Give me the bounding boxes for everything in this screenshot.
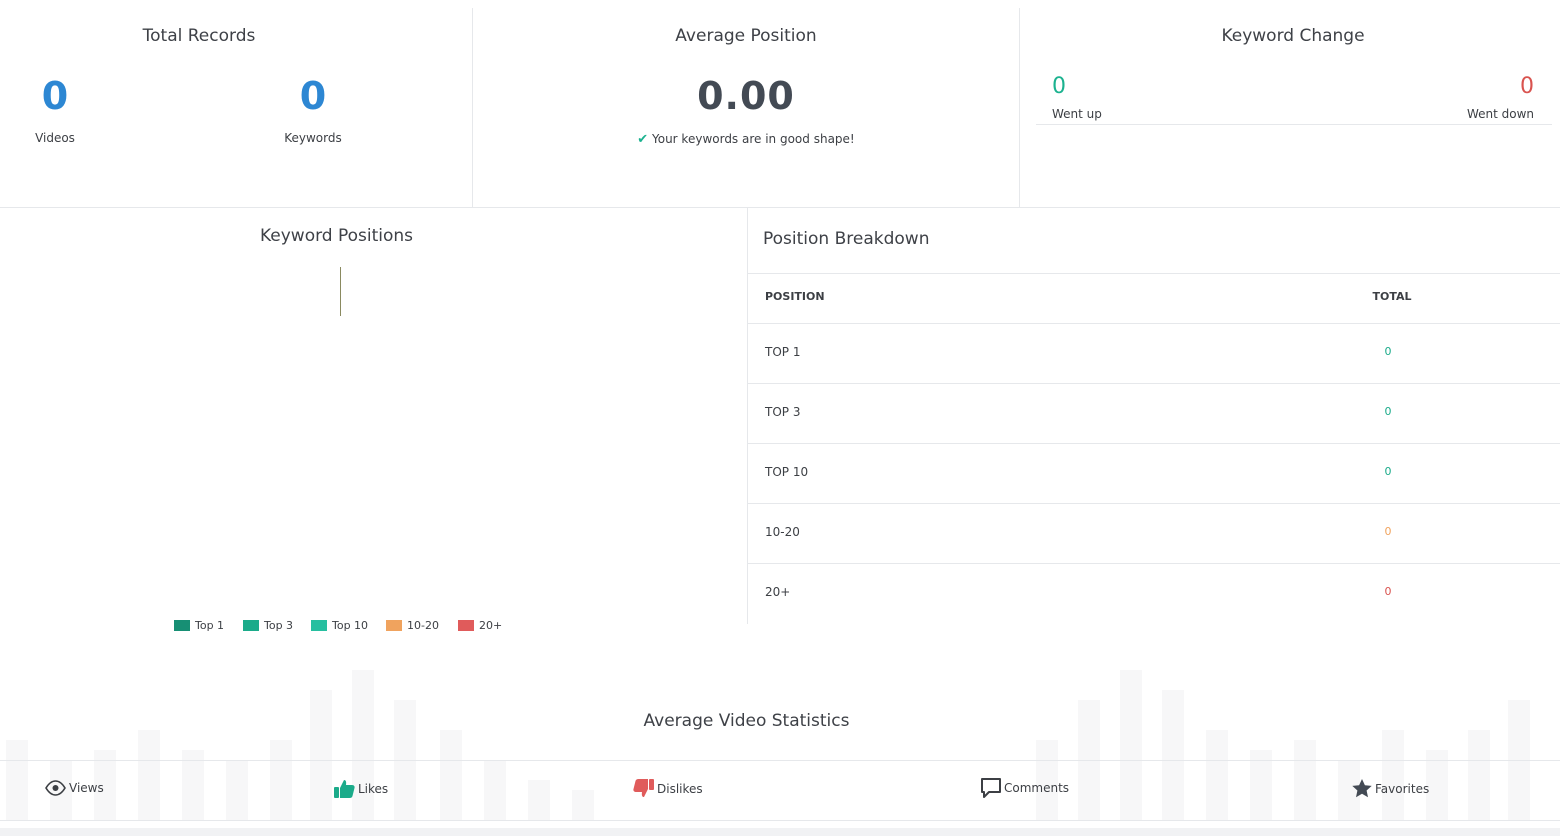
divider [748,383,1560,384]
comment-icon [981,778,1001,798]
divider [747,208,748,624]
keywords-label: Keywords [284,131,342,145]
legend-swatch [458,620,474,631]
legend-item-10-20[interactable]: 10-20 [386,619,439,632]
row-position: TOP 10 [765,465,809,479]
chart-placeholder-line [340,267,341,316]
divider [748,503,1560,504]
stat-dislikes: Dislikes [633,779,703,798]
stat-label: Likes [358,781,389,796]
row-position: 10-20 [765,525,800,539]
row-position: TOP 3 [765,405,801,419]
stat-label: Comments [1004,781,1070,795]
legend-swatch [386,620,402,631]
keywords-count: 0 [299,74,327,118]
row-position: 20+ [765,585,791,599]
legend-item-20-plus[interactable]: 20+ [458,619,502,632]
divider [748,443,1560,444]
legend-item-top-1[interactable]: Top 1 [174,619,224,632]
legend-swatch [311,620,327,631]
divider [1036,124,1552,125]
row-total: 0 [1384,405,1392,418]
went-up-label: Went up [1052,107,1102,121]
legend-item-top-10[interactable]: Top 10 [311,619,368,632]
thumbs-down-icon [633,779,654,797]
stat-views: Views [45,780,104,796]
keyword-positions-title: Keyword Positions [259,226,414,246]
divider [748,563,1560,564]
stat-label: Dislikes [657,781,703,796]
average-position-value: 0.00 [697,74,795,118]
stat-label: Favorites [1375,781,1430,796]
stat-likes: Likes [334,779,388,798]
legend-swatch [174,620,190,631]
videos-count: 0 [41,74,69,118]
went-down-label: Went down [1466,107,1534,121]
legend-label: 20+ [479,619,503,632]
legend-swatch [243,620,259,631]
stat-favorites: Favorites [1352,779,1429,798]
thumbs-up-icon [334,780,355,798]
keyword-change-title: Keyword Change [1221,26,1365,46]
legend-label: 10-20 [407,619,439,632]
check-icon: ✔ [637,132,649,147]
column-header-position: POSITION [765,290,825,303]
went-up-count: 0 [1052,74,1066,99]
legend-label: Top 1 [195,619,225,632]
row-total: 0 [1384,525,1392,538]
row-position: TOP 1 [765,345,801,359]
divider [0,760,1560,761]
divider [0,207,1560,208]
row-total: 0 [1384,465,1392,478]
divider [0,820,1560,821]
stat-label: Views [69,781,104,795]
row-total: 0 [1384,585,1392,598]
went-down-count: 0 [1520,74,1534,99]
stat-comments: Comments [981,778,1069,798]
legend-label: Top 3 [264,619,294,632]
videos-label: Videos [35,131,75,145]
legend-label: Top 10 [332,619,369,632]
video-stats-title: Average Video Statistics [643,711,850,731]
status-text: Your keywords are in good shape! [652,132,855,146]
footer-strip [0,828,1560,836]
star-icon [1352,779,1372,798]
divider [748,323,1560,324]
eye-icon [45,780,66,796]
column-header-total: TOTAL [1372,290,1412,303]
divider [748,273,1560,274]
position-breakdown-title: Position Breakdown [763,229,930,249]
total-records-title: Total Records [142,26,256,46]
status-message: ✔ Your keywords are in good shape! [473,132,1019,147]
average-position-title: Average Position [675,26,817,46]
row-total: 0 [1384,345,1392,358]
legend-item-top-3[interactable]: Top 3 [243,619,293,632]
